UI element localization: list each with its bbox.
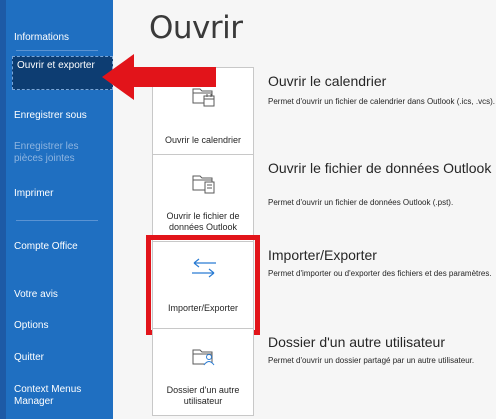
import-export-tile-label: Importer/Exporter	[167, 303, 239, 313]
import-export-arrows-icon	[192, 258, 216, 278]
open-data-file-tile-label: Ouvrir le fichier de données Outlook	[166, 211, 240, 232]
open-data-file-tile[interactable]: Ouvrir le fichier de données Outlook	[152, 154, 254, 242]
sidebar-item-options[interactable]: Options	[14, 320, 110, 332]
sidebar-item-context-menus-manager[interactable]: Context Menus Manager	[14, 384, 110, 408]
sidebar-item-compte-office[interactable]: Compte Office	[14, 241, 110, 253]
sidebar-item-ouvrir-exporter[interactable]: Ouvrir et exporter	[12, 56, 113, 90]
shared-folder-description: Permet d'ouvrir un dossier partagé par u…	[268, 356, 475, 365]
open-data-file-description: Permet d'ouvrir un fichier de données Ou…	[268, 198, 454, 207]
shared-folder-title: Dossier d'un autre utilisateur	[268, 334, 445, 350]
sidebar-item-quitter[interactable]: Quitter	[14, 352, 110, 364]
sidebar-item-votre-avis[interactable]: Votre avis	[14, 289, 110, 301]
open-calendar-description: Permet d'ouvrir un fichier de calendrier…	[268, 97, 495, 106]
page-title: Ouvrir	[149, 10, 243, 46]
open-data-file-title: Ouvrir le fichier de données Outlook	[268, 160, 492, 176]
annotation-arrow-icon	[102, 54, 216, 100]
shared-folder-tile-label: Dossier d'un autre utilisateur	[166, 385, 240, 406]
open-data-file-icon	[192, 175, 215, 194]
import-export-title: Importer/Exporter	[268, 247, 377, 263]
open-calendar-title: Ouvrir le calendrier	[268, 73, 387, 89]
sidebar-item-enregistrer-sous[interactable]: Enregistrer sous	[14, 110, 110, 122]
import-export-description: Permet d'importer ou d'exporter des fich…	[268, 269, 492, 278]
sidebar-separator	[16, 220, 98, 221]
backstage-sidebar: Informations Ouvrir et exporter Enregist…	[6, 0, 113, 419]
sidebar-separator	[16, 50, 98, 51]
sidebar-item-informations[interactable]: Informations	[14, 32, 110, 44]
shared-folder-user-icon	[192, 349, 215, 366]
shared-folder-tile[interactable]: Dossier d'un autre utilisateur	[152, 328, 254, 416]
sidebar-item-imprimer[interactable]: Imprimer	[14, 188, 110, 200]
sidebar-item-enregistrer-pieces-jointes: Enregistrer les pièces jointes	[14, 141, 79, 164]
import-export-tile[interactable]: Importer/Exporter	[146, 235, 260, 335]
open-calendar-tile-label: Ouvrir le calendrier	[164, 135, 242, 145]
